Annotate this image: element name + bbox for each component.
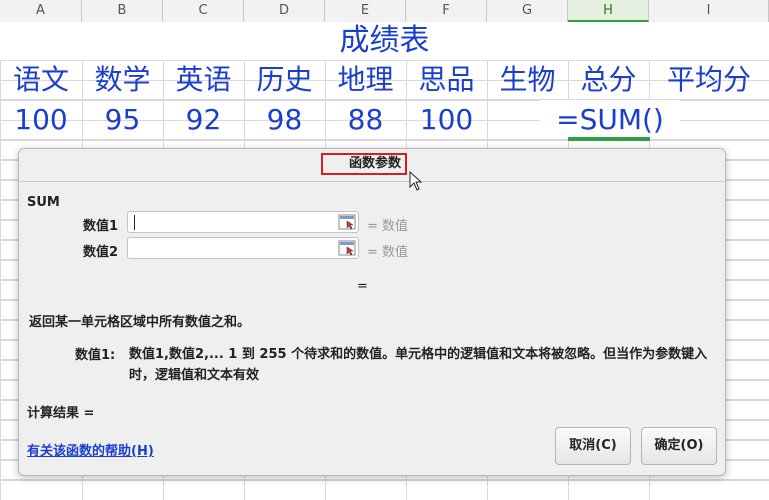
dialog-title-bar[interactable]: 函数参数 — [19, 149, 725, 182]
column-header-b[interactable]: B — [82, 0, 163, 22]
column-header-c[interactable]: C — [163, 0, 244, 22]
sheet-title-cell[interactable]: 成绩表 — [0, 22, 769, 60]
range-select-icon[interactable] — [338, 214, 356, 230]
function-arguments-dialog: 函数参数 SUM 数值1 = 数值 数值2 = 数值 = 返回某一单元格区域中所… — [18, 148, 726, 476]
mouse-cursor-icon — [409, 171, 423, 191]
header-cell-average[interactable]: 平均分 — [649, 61, 769, 99]
value-cell-chinese[interactable]: 100 — [0, 100, 82, 139]
column-header-f[interactable]: F — [406, 0, 487, 22]
arg1-input[interactable] — [127, 211, 359, 233]
function-name: SUM — [27, 195, 60, 210]
header-cell-total[interactable]: 总分 — [568, 61, 649, 99]
header-cell-history[interactable]: 历史 — [244, 61, 325, 99]
column-header-e[interactable]: E — [325, 0, 406, 22]
arg2-result: = 数值 — [367, 245, 409, 260]
function-description: 返回某一单元格区域中所有数值之和。 — [29, 315, 251, 330]
value-cell-civics[interactable]: 100 — [406, 100, 487, 139]
header-cell-chinese[interactable]: 语文 — [0, 61, 82, 99]
value-cell-geography[interactable]: 88 — [325, 100, 406, 139]
column-header-bar: A B C D E F G H I — [0, 0, 769, 23]
arg2-label: 数值2 — [83, 245, 119, 260]
column-header-a[interactable]: A — [0, 0, 82, 22]
column-header-h[interactable]: H — [568, 0, 649, 22]
column-header-g[interactable]: G — [487, 0, 568, 22]
param-label: 数值1: — [75, 348, 116, 363]
header-cell-english[interactable]: 英语 — [163, 61, 244, 99]
column-header-i[interactable]: I — [649, 0, 769, 22]
header-cell-geography[interactable]: 地理 — [325, 61, 406, 99]
formula-result: = — [357, 279, 368, 294]
selected-cell-indicator — [568, 137, 650, 141]
arg1-result: = 数值 — [367, 219, 409, 234]
range-select-icon[interactable] — [338, 240, 356, 256]
calc-result: 计算结果 = — [27, 406, 95, 421]
formula-cell-total[interactable]: =SUM() — [540, 100, 680, 139]
param-description: 数值1,数值2,... 1 到 255 个待求和的数值。单元格中的逻辑值和文本将… — [129, 347, 708, 383]
column-header-d[interactable]: D — [244, 0, 325, 22]
dialog-title: 函数参数 — [321, 153, 407, 175]
cancel-button[interactable]: 取消(C) — [555, 427, 631, 465]
arg1-label: 数值1 — [83, 219, 119, 234]
value-cell-math[interactable]: 95 — [82, 100, 163, 139]
value-cell-english[interactable]: 92 — [163, 100, 244, 139]
ok-button[interactable]: 确定(O) — [641, 427, 717, 465]
arg2-input[interactable] — [127, 237, 359, 259]
value-cell-history[interactable]: 98 — [244, 100, 325, 139]
header-cell-civics[interactable]: 思品 — [406, 61, 487, 99]
header-cell-biology[interactable]: 生物 — [487, 61, 568, 99]
header-cell-math[interactable]: 数学 — [82, 61, 163, 99]
help-link[interactable]: 有关该函数的帮助(H) — [27, 440, 154, 459]
